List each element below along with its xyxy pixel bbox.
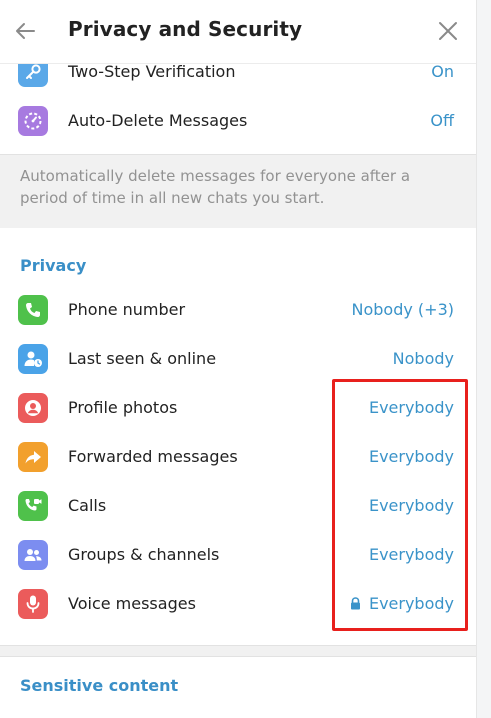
close-button[interactable] (434, 17, 462, 45)
profile-icon (18, 393, 48, 423)
page-title: Privacy and Security (68, 17, 303, 41)
row-label: Voice messages (68, 594, 196, 613)
forwarded-messages-row[interactable]: Forwarded messages Everybody (0, 433, 476, 482)
groups-channels-row[interactable]: Groups & channels Everybody (0, 531, 476, 580)
row-label: Auto-Delete Messages (68, 111, 248, 130)
sensitive-content-title: Sensitive content (20, 676, 179, 695)
row-value: Everybody (368, 447, 454, 466)
row-value: Everybody (350, 594, 454, 613)
privacy-section-title: Privacy (20, 256, 87, 275)
row-label: Two-Step Verification (68, 62, 236, 81)
row-value: Everybody (368, 545, 454, 564)
header: Privacy and Security (0, 0, 476, 64)
row-value: Everybody (368, 496, 454, 515)
privacy-security-panel: Privacy and Security Two-Step Verificati… (0, 0, 476, 718)
auto-delete-note: Automatically delete messages for everyo… (0, 154, 476, 228)
background-window-edge (476, 0, 491, 718)
row-label: Forwarded messages (68, 447, 238, 466)
auto-delete-row[interactable]: Auto-Delete Messages Off (0, 97, 476, 146)
row-label: Calls (68, 496, 107, 515)
close-icon (439, 22, 457, 40)
microphone-icon (18, 589, 48, 619)
forward-icon (18, 442, 48, 472)
row-value: Nobody (392, 349, 454, 368)
phone-number-row[interactable]: Phone number Nobody (+3) (0, 286, 476, 335)
back-button[interactable] (10, 16, 40, 46)
row-value: Everybody (368, 398, 454, 417)
profile-photos-row[interactable]: Profile photos Everybody (0, 384, 476, 433)
timer-icon (18, 106, 48, 136)
row-label: Last seen & online (68, 349, 217, 368)
row-value: Off (430, 111, 454, 130)
row-label: Groups & channels (68, 545, 220, 564)
section-divider (0, 645, 476, 657)
video-call-icon (18, 491, 48, 521)
group-icon (18, 540, 48, 570)
voice-messages-row[interactable]: Voice messages Everybody (0, 580, 476, 629)
person-clock-icon (18, 344, 48, 374)
note-text: Automatically delete messages for everyo… (20, 167, 411, 207)
row-value: Nobody (+3) (351, 300, 454, 319)
calls-row[interactable]: Calls Everybody (0, 482, 476, 531)
row-value: On (431, 62, 454, 81)
arrow-left-icon (16, 23, 35, 39)
row-label: Phone number (68, 300, 186, 319)
phone-icon (18, 295, 48, 325)
lock-icon (350, 597, 360, 610)
last-seen-row[interactable]: Last seen & online Nobody (0, 335, 476, 384)
row-label: Profile photos (68, 398, 178, 417)
